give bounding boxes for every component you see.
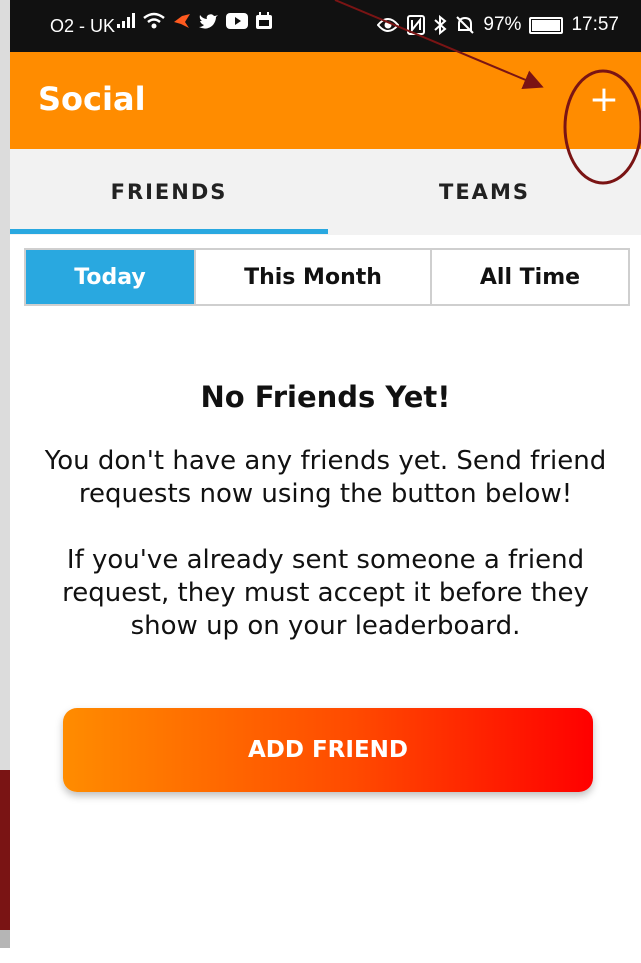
mute-icon — [456, 16, 475, 34]
page-title: Social — [38, 80, 146, 118]
add-friend-button[interactable]: ADD FRIEND — [63, 708, 593, 792]
wifi-icon — [143, 12, 165, 29]
phone-screen: O2 - UK 97% 17:57 Social + FRIENDS TEAMS… — [10, 0, 641, 963]
status-bar: O2 - UK 97% 17:57 — [10, 0, 641, 52]
battery-icon — [529, 16, 564, 34]
signal-icon — [117, 13, 135, 28]
background-grey — [0, 0, 10, 770]
eye-icon — [377, 18, 400, 32]
empty-state-title: No Friends Yet! — [200, 380, 451, 414]
tab-teams[interactable]: TEAMS — [328, 149, 641, 235]
youtube-icon — [226, 13, 248, 29]
empty-state-message-2: If you've already sent someone a friend … — [62, 545, 589, 641]
status-icons-right: 97% 17:57 — [377, 14, 619, 36]
background-grey-bottom — [0, 930, 10, 948]
tab-bar: FRIENDS TEAMS — [10, 149, 641, 235]
active-tab-indicator — [10, 229, 328, 234]
battery-fill — [532, 19, 560, 31]
tab-friends[interactable]: FRIENDS — [10, 149, 328, 235]
clock: 17:57 — [571, 14, 619, 35]
battery-percent: 97% — [483, 14, 522, 35]
bluetooth-icon — [434, 15, 447, 35]
app-bar: Social + — [10, 52, 641, 149]
period-selector: Today This Month All Time — [24, 248, 630, 306]
period-this-month[interactable]: This Month — [196, 250, 432, 304]
status-icons-left — [116, 12, 273, 30]
add-icon[interactable]: + — [586, 82, 622, 118]
twitter-icon — [199, 13, 218, 29]
calendar-icon — [256, 12, 272, 29]
nfc-icon — [407, 15, 426, 35]
period-today[interactable]: Today — [26, 250, 196, 304]
left-background-strip — [0, 0, 10, 963]
empty-state-message-1: You don't have any friends yet. Send fri… — [44, 446, 607, 509]
period-all-time[interactable]: All Time — [432, 250, 628, 304]
background-maroon — [0, 770, 10, 930]
bird-icon — [174, 14, 190, 28]
carrier-label: O2 - UK — [50, 16, 116, 36]
